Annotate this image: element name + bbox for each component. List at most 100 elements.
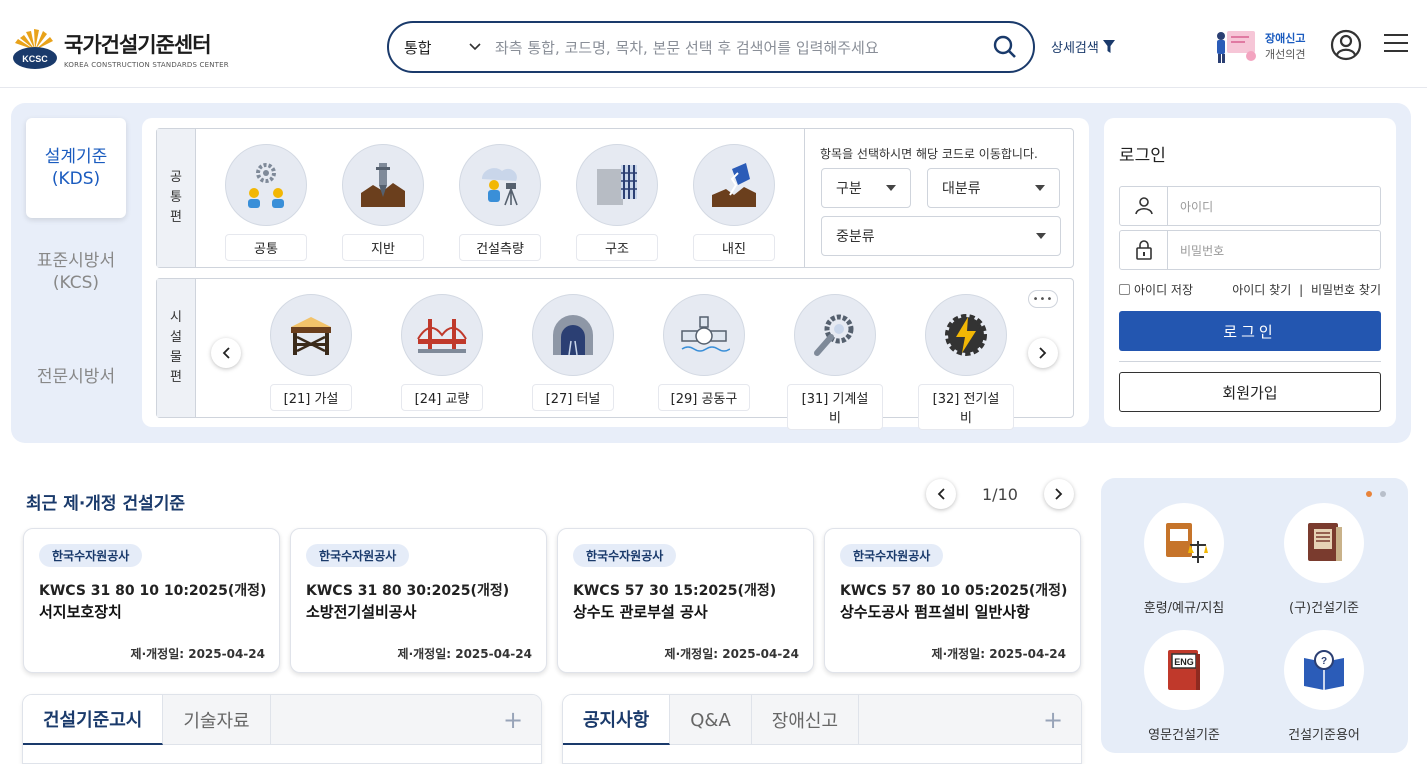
facility-utility-tunnel[interactable]: [29] 공동구 [656, 294, 752, 411]
facility-utility-label: [29] 공동구 [657, 384, 751, 411]
standard-card[interactable]: 한국수자원공사 KWCS 31 80 30:2025(개정) 소방전기설비공사 … [290, 528, 547, 673]
remember-id-checkbox[interactable]: 아이디 저장 [1119, 281, 1193, 298]
recent-pager: 1/10 [926, 479, 1074, 509]
english-book-icon: ENG [1168, 650, 1200, 690]
bridge-icon [417, 319, 467, 353]
scaffold-icon [291, 317, 331, 355]
lock-icon [1135, 240, 1152, 260]
middle-category-select[interactable]: 중분류 [821, 216, 1061, 256]
facility-electrical[interactable]: [32] 전기설비 [918, 294, 1014, 430]
card-name: 상수도 관로부설 공사 [573, 603, 708, 621]
carousel-dot[interactable] [1380, 491, 1386, 497]
category-ground[interactable]: 지반 [335, 144, 431, 261]
major-category-select[interactable]: 대분류 [927, 168, 1060, 208]
login-button[interactable]: 로그인 [1119, 311, 1381, 351]
quick-link-directives[interactable]: 훈령/예규/지침 [1124, 503, 1244, 616]
tab-qna[interactable]: Q&A [670, 695, 752, 745]
recent-standards-title: 최근 제·개정 건설기준 [26, 494, 186, 514]
selector-hint: 항목을 선택하시면 해당 코드로 이동합니다. [820, 147, 1038, 161]
facility-mechanical-label: [31] 기계설비 [787, 384, 883, 430]
facility-label-char: 물 [170, 350, 182, 365]
facility-tunnel[interactable]: [27] 터널 [525, 294, 621, 411]
password-field[interactable]: 비밀번호 [1119, 230, 1381, 270]
facility-more-button[interactable]: ••• [1028, 290, 1058, 308]
old-book-icon [1308, 523, 1342, 561]
standard-card[interactable]: 한국수자원공사 KWCS 57 80 10 05:2025(개정) 상수도공사 … [824, 528, 1081, 673]
facility-temporary[interactable]: [21] 가설 [263, 294, 359, 411]
quick-old-label: (구)건설기준 [1289, 601, 1359, 616]
card-date: 제·개정일: 2025-04-24 [931, 647, 1066, 661]
svg-text:?: ? [1321, 656, 1327, 667]
more-right-button[interactable]: + [1025, 695, 1081, 744]
quick-link-old-standards[interactable]: (구)건설기준 [1264, 503, 1384, 616]
password-placeholder: 비밀번호 [1180, 243, 1225, 258]
tab-kcs-line2: (KCS) [52, 273, 100, 293]
category-survey[interactable]: 건설측량 [452, 144, 548, 261]
report-label: 장애신고 [1265, 32, 1306, 45]
advanced-search-link[interactable]: 상세검색 [1051, 37, 1115, 56]
standard-card[interactable]: 한국수자원공사 KWCS 31 80 10 10:2025(개정) 서지보호장치… [23, 528, 280, 673]
facility-temporary-circle [270, 294, 352, 376]
facility-prev-button[interactable] [211, 338, 241, 368]
quick-link-english[interactable]: ENG 영문건설기준 [1124, 630, 1244, 743]
user-account-button[interactable] [1330, 29, 1362, 65]
card-org-badge: 한국수자원공사 [840, 544, 944, 567]
ground-drill-icon [361, 163, 405, 207]
join-button[interactable]: 회원가입 [1119, 372, 1381, 412]
site-logo[interactable]: KCSC 국가건설기준센터 KOREA CONSTRUCTION STANDAR… [12, 28, 229, 70]
more-left-button[interactable]: + [485, 695, 541, 744]
tab-kds[interactable]: 설계기준 (KDS) [26, 118, 126, 218]
quick-glossary-label: 건설기준용어 [1288, 728, 1360, 743]
report-link[interactable]: 장애신고 개선의견 [1213, 28, 1305, 64]
carousel-dot-active[interactable] [1366, 491, 1372, 497]
search-scope-select[interactable]: 통합 [389, 37, 489, 58]
login-divider [1119, 361, 1381, 362]
recent-next-button[interactable] [1043, 479, 1074, 509]
facility-tunnel-label: [27] 터널 [532, 384, 614, 411]
find-id-link[interactable]: 아이디 찾기 [1232, 283, 1291, 297]
checkbox-box [1119, 284, 1130, 295]
card-code: KWCS 31 80 30:2025(개정) [306, 583, 510, 599]
category-common[interactable]: 공통 [218, 144, 314, 261]
tab-standard-notice[interactable]: 건설기준고시 [23, 695, 164, 745]
quick-link-glossary[interactable]: ? 건설기준용어 [1264, 630, 1384, 743]
search-input[interactable]: 좌측 통합, 코드명, 목차, 본문 선택 후 검색어를 입력해주세요 [489, 37, 977, 58]
standard-card[interactable]: 한국수자원공사 KWCS 57 30 15:2025(개정) 상수도 관로부설 … [557, 528, 814, 673]
id-field[interactable]: 아이디 [1119, 186, 1381, 226]
quick-directives-circle [1144, 503, 1224, 583]
facility-next-button[interactable] [1028, 338, 1058, 368]
card-name: 서지보호장치 [39, 603, 122, 621]
category-ground-label: 지반 [342, 234, 424, 261]
card-org-badge: 한국수자원공사 [306, 544, 410, 567]
tab-specialty-spec[interactable]: 전문시방서 [26, 326, 126, 428]
division-select[interactable]: 구분 [821, 168, 911, 208]
card-name: 상수도공사 펌프설비 일반사항 [840, 603, 1030, 621]
facility-label-char: 설 [170, 330, 182, 345]
hamburger-menu-button[interactable] [1384, 33, 1408, 57]
card-code: KWCS 57 30 15:2025(개정) [573, 583, 777, 599]
facility-bridge[interactable]: [24] 교량 [394, 294, 490, 411]
logo-mark-icon: KCSC [12, 28, 58, 70]
recent-prev-button[interactable] [926, 479, 956, 509]
logo-title: 국가건설기준센터 [64, 33, 212, 57]
find-password-link[interactable]: 비밀번호 찾기 [1311, 283, 1381, 297]
category-structure[interactable]: 구조 [569, 144, 665, 261]
tab-notices[interactable]: 공지사항 [563, 695, 671, 745]
division-select-value: 구분 [836, 181, 862, 197]
tab-bug-report[interactable]: 장애신고 [752, 695, 860, 745]
earthquake-house-icon [712, 163, 756, 207]
quick-directives-label: 훈령/예규/지침 [1143, 601, 1225, 616]
category-common-circle [225, 144, 307, 226]
card-org-badge: 한국수자원공사 [573, 544, 677, 567]
site-header: KCSC 국가건설기준센터 KOREA CONSTRUCTION STANDAR… [0, 0, 1427, 88]
facility-mechanical[interactable]: [31] 기계설비 [787, 294, 883, 430]
glossary-book-icon: ? [1304, 650, 1344, 690]
tab-kds-line2: (KDS) [51, 169, 101, 189]
search-button[interactable] [977, 23, 1033, 71]
facility-temporary-label: [21] 가설 [270, 384, 352, 411]
tab-kcs[interactable]: 표준시방서 (KCS) [26, 222, 126, 322]
category-seismic[interactable]: 내진 [686, 144, 782, 261]
category-survey-circle [459, 144, 541, 226]
notice-tabs-left: 건설기준고시 기술자료 + [22, 694, 542, 764]
tab-tech-data[interactable]: 기술자료 [163, 695, 271, 745]
